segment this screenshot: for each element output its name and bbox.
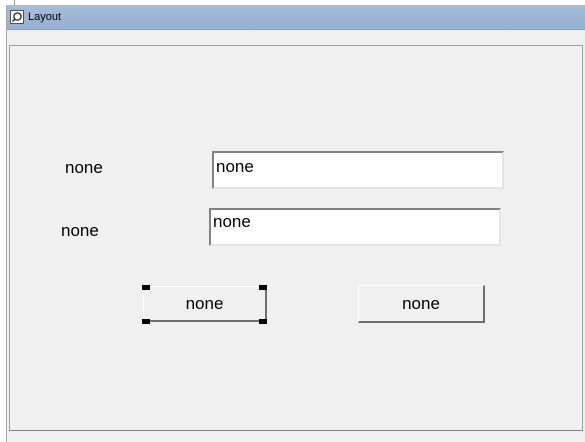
label-2: none — [61, 221, 99, 240]
background-window-side — [0, 5, 7, 442]
label-1: none — [65, 158, 103, 177]
window-title: Layout — [28, 11, 62, 23]
text-field-2[interactable]: none — [209, 208, 501, 246]
form-panel: none none none none none none — [9, 45, 583, 431]
right-button-label: none — [402, 294, 440, 313]
selection-handle-top-right[interactable] — [259, 285, 267, 290]
selection-handle-bottom-right[interactable] — [259, 319, 267, 324]
selection-handle-bottom-left[interactable] — [142, 319, 150, 324]
left-button-label: none — [185, 294, 224, 313]
window-client-area: none none none none none none — [7, 30, 585, 442]
app-icon[interactable] — [10, 10, 24, 24]
text-field-1[interactable]: none — [212, 151, 504, 189]
left-button[interactable]: none — [143, 286, 267, 322]
selection-handle-top-left[interactable] — [142, 285, 150, 290]
title-bar[interactable]: Layout — [7, 6, 585, 30]
layout-window: Layout none none none none none none — [7, 6, 585, 442]
right-button[interactable]: none — [358, 285, 485, 323]
